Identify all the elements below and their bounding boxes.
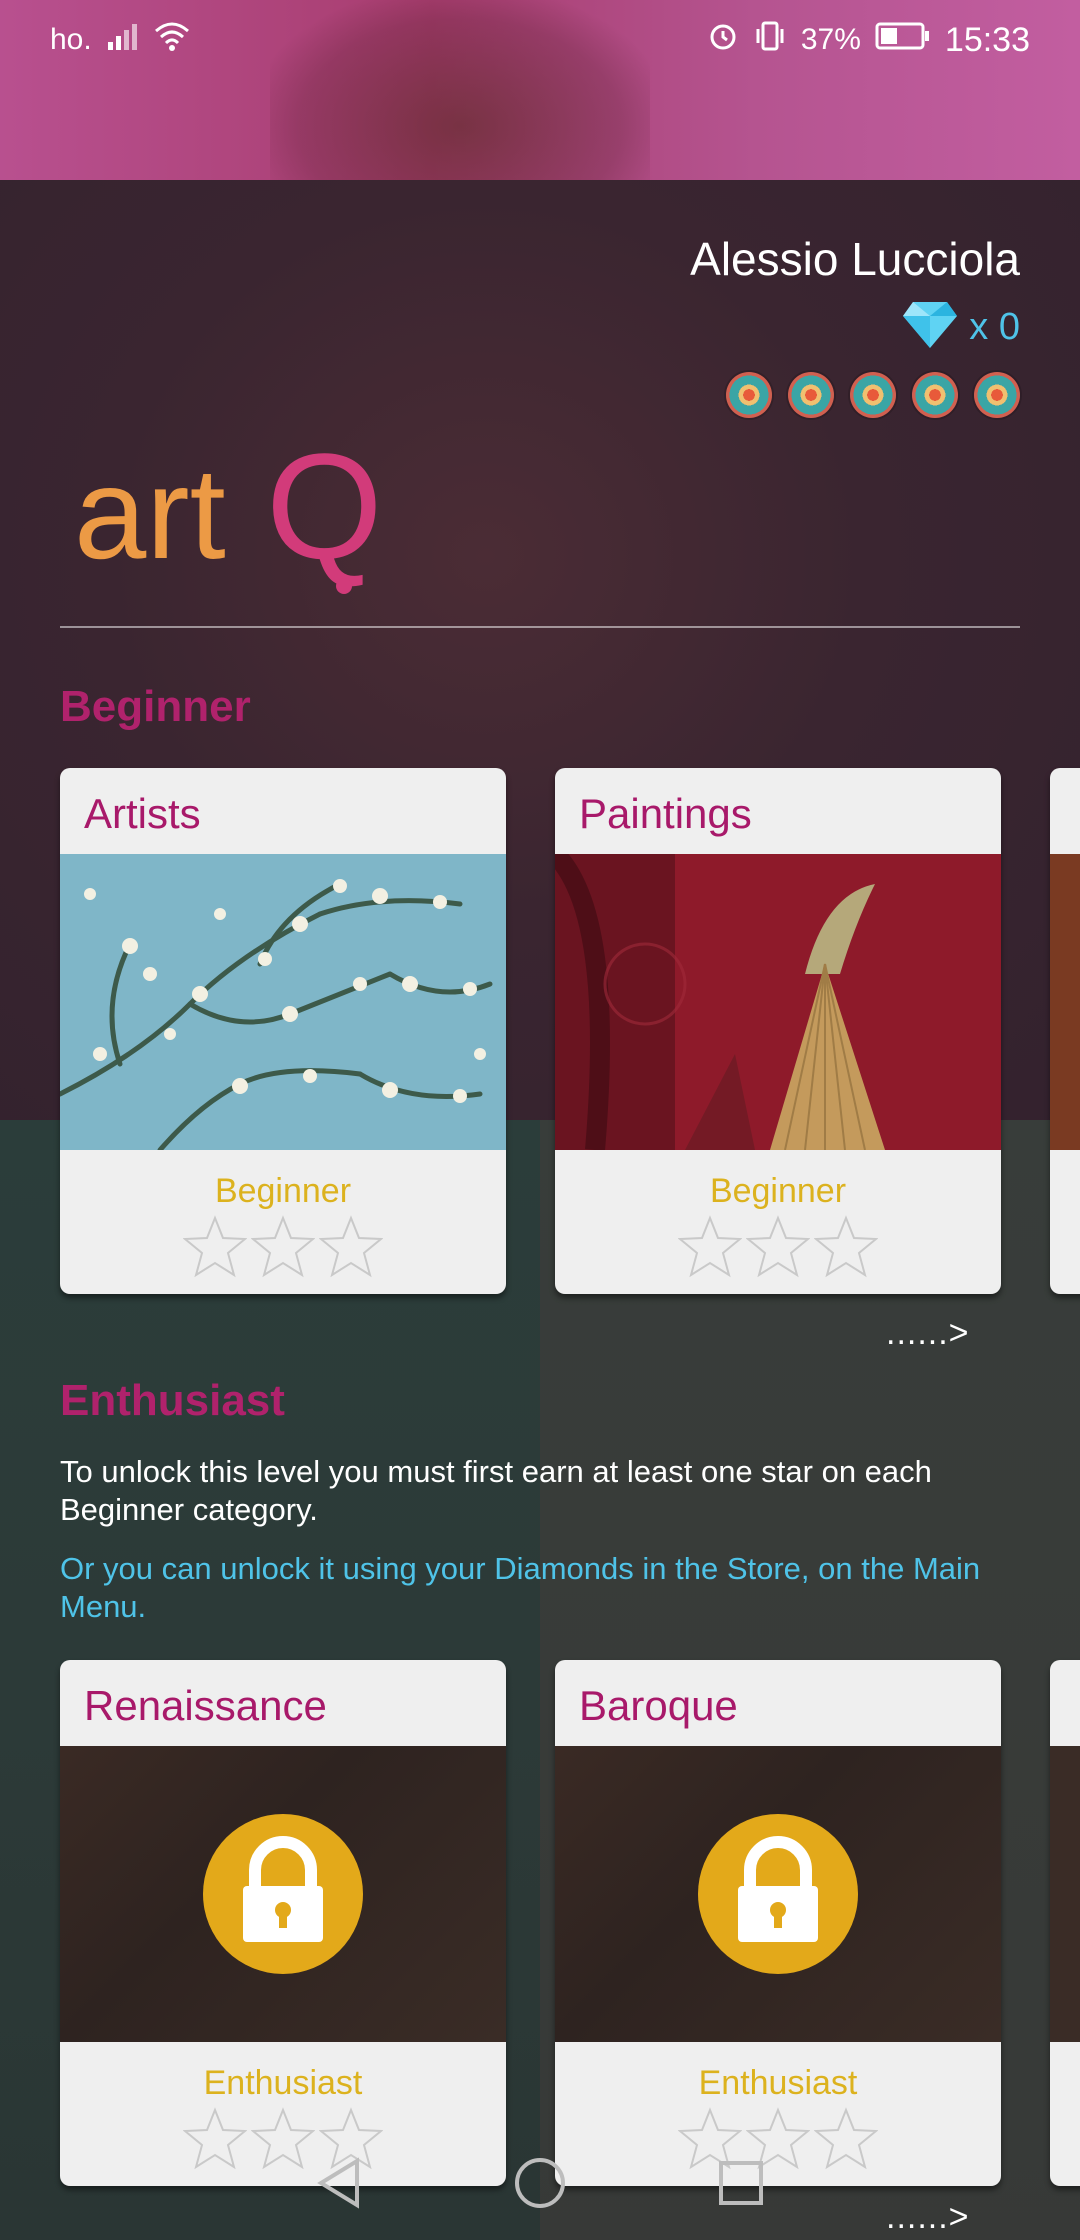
section-title-enthusiast: Enthusiast bbox=[60, 1376, 285, 1425]
signal-icon bbox=[106, 22, 140, 58]
card-title: Paintings bbox=[579, 790, 752, 837]
badge-row bbox=[726, 372, 1020, 418]
home-icon[interactable] bbox=[513, 2156, 567, 2215]
unlock-instructions: To unlock this level you must first earn… bbox=[60, 1454, 932, 1527]
scroll-more-arrow[interactable]: ......> bbox=[886, 1314, 970, 1353]
back-icon[interactable] bbox=[315, 2156, 363, 2214]
star-icon bbox=[746, 1215, 810, 1278]
star-icon bbox=[814, 1215, 878, 1278]
category-card-renaissance[interactable]: Renaissance Enthusiast bbox=[60, 1660, 506, 2186]
store-hint[interactable]: Or you can unlock it using your Diamonds… bbox=[60, 1550, 1020, 1626]
diamond-counter[interactable]: x 0 bbox=[903, 300, 1020, 355]
vibrate-icon bbox=[753, 20, 787, 60]
user-name[interactable]: Alessio Lucciola bbox=[690, 232, 1020, 286]
card-image-locked bbox=[60, 1746, 506, 2042]
diamond-icon bbox=[903, 300, 958, 355]
svg-text:art: art bbox=[74, 440, 226, 586]
battery-icon bbox=[875, 21, 931, 59]
star-rating bbox=[555, 1214, 1001, 1278]
badge-icon bbox=[788, 372, 834, 418]
category-card-baroque[interactable]: Baroque Enthusiast bbox=[555, 1660, 1001, 2186]
card-image-almond-blossom bbox=[60, 854, 506, 1153]
card-image-peek bbox=[1050, 854, 1080, 1150]
card-title: Baroque bbox=[579, 1682, 738, 1729]
category-card-next-peek[interactable] bbox=[1050, 768, 1080, 1294]
status-bar: ho. 37% 15:33 bbox=[0, 0, 1080, 80]
system-nav-bar bbox=[0, 2130, 1080, 2240]
recents-icon[interactable] bbox=[717, 2159, 765, 2212]
star-rating bbox=[60, 1214, 506, 1278]
star-icon bbox=[183, 1215, 247, 1278]
badge-icon bbox=[912, 372, 958, 418]
section-title-beginner: Beginner bbox=[60, 682, 251, 731]
clock: 15:33 bbox=[944, 20, 1030, 59]
card-level-label: Enthusiast bbox=[698, 2064, 858, 2102]
card-level-label: Beginner bbox=[709, 1172, 847, 1210]
card-title: Renaissance bbox=[84, 1682, 327, 1729]
header-divider bbox=[60, 626, 1020, 628]
svg-text:Q: Q bbox=[266, 422, 383, 590]
card-level-label: Beginner bbox=[214, 1172, 352, 1210]
star-icon bbox=[319, 1215, 383, 1278]
lock-icon bbox=[698, 1814, 858, 1974]
badge-icon bbox=[850, 372, 896, 418]
lock-icon bbox=[203, 1814, 363, 1974]
category-card-artists[interactable]: Artists Beginner bbox=[60, 768, 506, 1294]
card-image-locked bbox=[555, 1746, 1001, 2042]
star-icon bbox=[678, 1215, 742, 1278]
badge-icon bbox=[974, 372, 1020, 418]
star-icon bbox=[251, 1215, 315, 1278]
card-image-painting bbox=[555, 846, 1001, 1151]
card-image-peek bbox=[1050, 1746, 1080, 2042]
alarm-icon bbox=[707, 20, 739, 60]
card-level-label: Enthusiast bbox=[203, 2064, 363, 2102]
battery-percent: 37% bbox=[800, 23, 861, 56]
artq-logo: art Q bbox=[74, 420, 414, 600]
card-title: Artists bbox=[84, 790, 201, 837]
badge-icon bbox=[726, 372, 772, 418]
carrier-label: ho. bbox=[50, 23, 92, 56]
category-card-next-peek[interactable] bbox=[1050, 1660, 1080, 2186]
wifi-icon bbox=[154, 21, 190, 59]
diamond-count: x 0 bbox=[969, 306, 1020, 348]
category-card-paintings[interactable]: Paintings Beginner bbox=[555, 768, 1001, 1294]
